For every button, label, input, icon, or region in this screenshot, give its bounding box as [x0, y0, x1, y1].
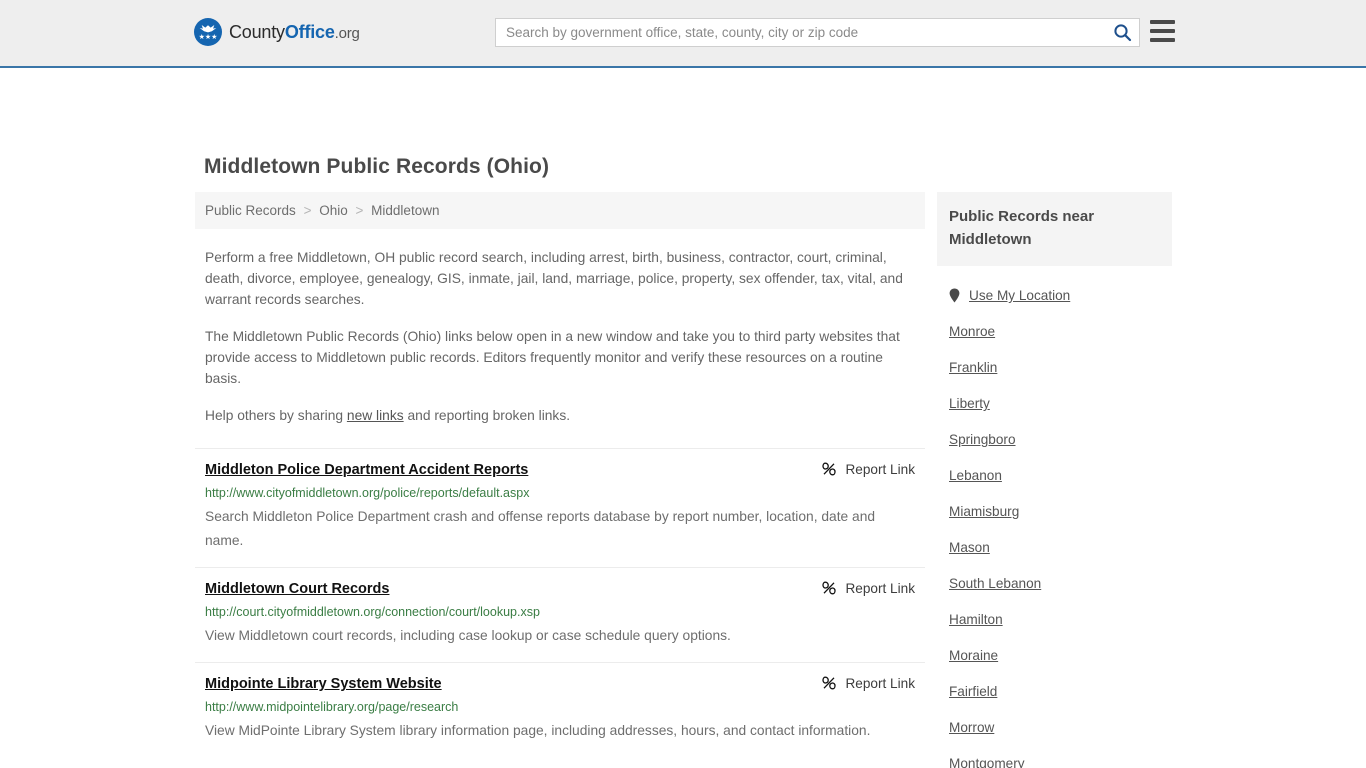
result-item: Middleton Police Department Accident Rep…	[195, 448, 925, 567]
sidebar-link[interactable]: Hamilton	[949, 612, 1003, 627]
result-description: View Middletown court records, including…	[205, 628, 731, 643]
sidebar-item-south-lebanon[interactable]: South Lebanon	[949, 559, 1160, 595]
sidebar-item-lebanon[interactable]: Lebanon	[949, 451, 1160, 487]
report-link-button[interactable]: Report Link	[821, 460, 915, 477]
sidebar-item-monroe[interactable]: Monroe	[949, 307, 1160, 343]
result-title-link[interactable]: Middletown Court Records	[205, 579, 389, 599]
results-list: Middleton Police Department Accident Rep…	[195, 448, 925, 757]
result-url: http://court.cityofmiddletown.org/connec…	[205, 605, 540, 619]
breadcrumb-separator-2: >	[355, 203, 364, 218]
sidebar-item-moraine[interactable]: Moraine	[949, 631, 1160, 667]
hamburger-menu-icon[interactable]	[1150, 20, 1175, 42]
sidebar-item-hamilton[interactable]: Hamilton	[949, 595, 1160, 631]
result-description: View MidPointe Library System library in…	[205, 723, 871, 738]
eagle-emblem-icon	[199, 25, 217, 33]
intro-paragraph-3: Help others by sharing new links and rep…	[205, 405, 915, 426]
result-header: Middleton Police Department Accident Rep…	[205, 460, 915, 480]
result-header: Middletown Court Records Report Link	[205, 579, 915, 599]
stars-icon: ★★★	[198, 34, 218, 41]
new-links-link[interactable]: new links	[347, 408, 404, 423]
intro-paragraph-2: The Middletown Public Records (Ohio) lin…	[205, 329, 900, 386]
result-title-link[interactable]: Middleton Police Department Accident Rep…	[205, 460, 528, 480]
hamburger-bar-2	[1150, 29, 1175, 33]
sidebar-link[interactable]: Monroe	[949, 324, 995, 339]
hamburger-bar-1	[1150, 20, 1175, 24]
sidebar-item-morrow[interactable]: Morrow	[949, 703, 1160, 739]
breadcrumb-separator-1: >	[303, 203, 312, 218]
sidebar-item-springboro[interactable]: Springboro	[949, 415, 1160, 451]
sidebar-item-use-my-location[interactable]: Use My Location	[949, 266, 1160, 307]
sidebar-link[interactable]: Miamisburg	[949, 504, 1019, 519]
map-pin-icon	[949, 288, 960, 303]
sidebar-link[interactable]: Mason	[949, 540, 990, 555]
report-link-label: Report Link	[845, 461, 915, 477]
sidebar-link[interactable]: Lebanon	[949, 468, 1002, 483]
breadcrumb-item-middletown: Middletown	[371, 203, 440, 218]
sidebar-item-miamisburg[interactable]: Miamisburg	[949, 487, 1160, 523]
site-logo[interactable]: ★★★ CountyOffice.org	[194, 18, 360, 46]
sidebar-link[interactable]: Franklin	[949, 360, 997, 375]
breadcrumb: Public Records > Ohio > Middletown	[195, 192, 925, 229]
search-button[interactable]	[1105, 19, 1139, 46]
sidebar-links: Use My Location Monroe Franklin Liberty …	[937, 266, 1172, 768]
report-link-label: Report Link	[845, 675, 915, 691]
breadcrumb-item-ohio[interactable]: Ohio	[319, 203, 348, 218]
sidebar-heading: Public Records near Middletown	[937, 192, 1172, 266]
sidebar-link[interactable]: South Lebanon	[949, 576, 1041, 591]
report-link-button[interactable]: Report Link	[821, 674, 915, 691]
intro-paragraph-1: Perform a free Middletown, OH public rec…	[205, 250, 903, 307]
hamburger-bar-3	[1150, 38, 1175, 42]
intro-p3-before: Help others by sharing	[205, 408, 347, 423]
result-title-link[interactable]: Midpointe Library System Website	[205, 674, 442, 694]
breadcrumb-item-public-records[interactable]: Public Records	[205, 203, 296, 218]
logo-text-office: Office	[284, 21, 335, 42]
site-logo-text: CountyOffice.org	[229, 22, 360, 43]
sidebar-link[interactable]: Fairfield	[949, 684, 997, 699]
site-header: ★★★ CountyOffice.org	[0, 0, 1366, 68]
report-link-button[interactable]: Report Link	[821, 579, 915, 596]
result-header: Midpointe Library System Website Report …	[205, 674, 915, 694]
page-title: Middletown Public Records (Ohio)	[204, 155, 550, 178]
main-content-column: Public Records > Ohio > Middletown Perfo…	[195, 192, 925, 768]
search-icon	[1113, 24, 1131, 42]
report-link-label: Report Link	[845, 580, 915, 596]
sidebar-link[interactable]: Moraine	[949, 648, 998, 663]
search-bar[interactable]	[495, 18, 1140, 47]
result-item: Middletown Court Records Report Link htt…	[195, 567, 925, 662]
use-my-location-link[interactable]: Use My Location	[969, 288, 1070, 303]
broken-link-icon	[822, 676, 837, 690]
sidebar-link[interactable]: Montgomery	[949, 756, 1025, 768]
broken-link-icon	[822, 581, 837, 595]
intro-text: Perform a free Middletown, OH public rec…	[195, 247, 925, 426]
sidebar-link[interactable]: Liberty	[949, 396, 990, 411]
result-url: http://www.midpointelibrary.org/page/res…	[205, 700, 459, 714]
search-input[interactable]	[496, 19, 1105, 46]
result-item: Midpointe Library System Website Report …	[195, 662, 925, 757]
result-description: Search Middleton Police Department crash…	[205, 509, 876, 548]
broken-link-icon	[822, 462, 837, 476]
sidebar-link[interactable]: Morrow	[949, 720, 994, 735]
sidebar: Public Records near Middletown Use My Lo…	[937, 192, 1172, 768]
intro-p3-after: and reporting broken links.	[403, 408, 571, 423]
sidebar-item-mason[interactable]: Mason	[949, 523, 1160, 559]
logo-text-org: .org	[334, 24, 360, 42]
sidebar-item-liberty[interactable]: Liberty	[949, 379, 1160, 415]
sidebar-link[interactable]: Springboro	[949, 432, 1016, 447]
countyoffice-logo-icon: ★★★	[194, 18, 222, 46]
sidebar-item-fairfield[interactable]: Fairfield	[949, 667, 1160, 703]
sidebar-item-montgomery[interactable]: Montgomery	[949, 739, 1160, 768]
result-url: http://www.cityofmiddletown.org/police/r…	[205, 486, 530, 500]
logo-text-county: County	[229, 21, 285, 42]
sidebar-item-franklin[interactable]: Franklin	[949, 343, 1160, 379]
